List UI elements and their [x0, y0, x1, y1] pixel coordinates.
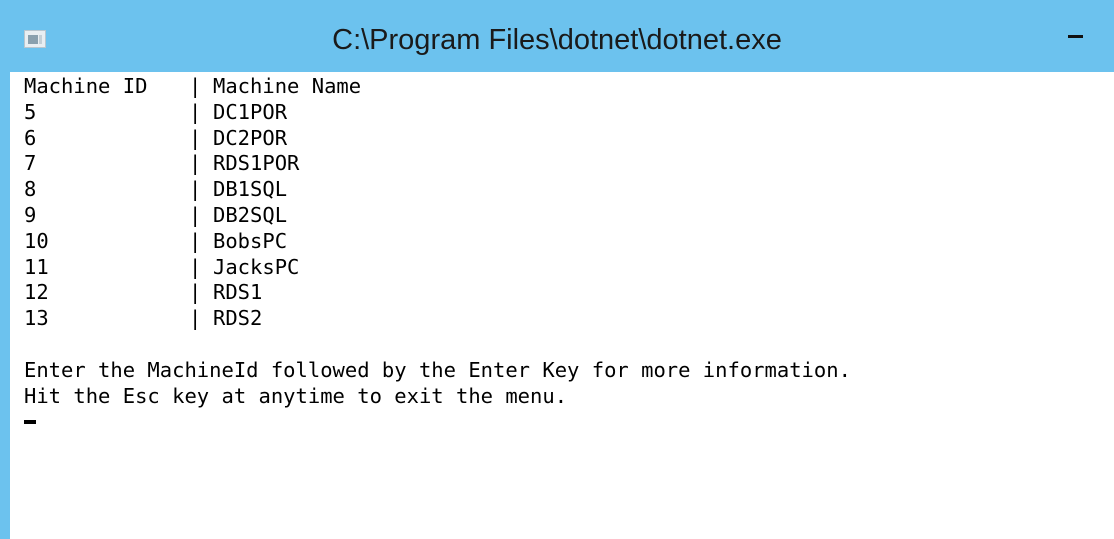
header-machine-name: Machine Name [213, 74, 362, 98]
minimize-button[interactable] [1058, 18, 1094, 54]
machine-name: JacksPC [213, 254, 300, 279]
column-separator: | [189, 125, 202, 150]
machine-id: 8 [24, 177, 37, 202]
table-row: 10 | BobsPC [24, 229, 1104, 255]
machine-name: DB2SQL [213, 202, 288, 227]
machine-name: DC2POR [213, 125, 288, 150]
table-row: 12 | RDS1 [24, 280, 1104, 306]
table-header: Machine ID | Machine Name [24, 74, 1104, 100]
machine-id: 12 [24, 280, 49, 305]
machine-name: BobsPC [213, 228, 288, 253]
machine-name: DB1SQL [213, 177, 288, 202]
machine-id: 7 [24, 151, 37, 176]
console-window: C:\Program Files\dotnet\dotnet.exe Machi… [0, 0, 1114, 539]
prompt-line: Hit the Esc key at anytime to exit the m… [24, 383, 568, 408]
column-separator: | [189, 99, 202, 124]
table-row: 8 | DB1SQL [24, 177, 1104, 203]
machine-id: 6 [24, 125, 37, 150]
table-row: 11 | JacksPC [24, 255, 1104, 281]
header-machine-id: Machine ID [24, 74, 148, 98]
table-row: 5 | DC1POR [24, 100, 1104, 126]
table-row: 6 | DC2POR [24, 126, 1104, 152]
machine-id: 9 [24, 202, 37, 227]
console-output[interactable]: Machine ID | Machine Name 5 | DC1POR 6 | DC2PO… [10, 72, 1114, 539]
table-row: 7 | RDS1POR [24, 151, 1104, 177]
table-row: 13 | RDS2 [24, 306, 1104, 332]
machine-id: 11 [24, 254, 49, 279]
text-cursor [24, 420, 36, 425]
title-bar[interactable]: C:\Program Files\dotnet\dotnet.exe [0, 0, 1114, 72]
machine-id: 10 [24, 228, 49, 253]
column-separator: | [189, 177, 202, 202]
console-text: Machine ID | Machine Name 5 | DC1POR 6 | DC2PO… [24, 74, 1104, 425]
prompt-line: Enter the MachineId followed by the Ente… [24, 357, 851, 382]
column-separator: | [189, 254, 202, 279]
column-separator: | [189, 228, 202, 253]
machine-name: RDS1 [213, 280, 263, 305]
column-separator: | [189, 306, 202, 331]
column-separator: | [189, 202, 202, 227]
machine-id: 5 [24, 99, 37, 124]
machine-name: RDS1POR [213, 151, 300, 176]
table-row: 9 | DB2SQL [24, 203, 1104, 229]
column-separator: | [189, 280, 202, 305]
column-separator: | [189, 151, 202, 176]
machine-name: DC1POR [213, 99, 288, 124]
machine-id: 13 [24, 306, 49, 331]
column-separator: | [189, 74, 202, 98]
machine-name: RDS2 [213, 306, 263, 331]
window-title: C:\Program Files\dotnet\dotnet.exe [332, 24, 782, 56]
